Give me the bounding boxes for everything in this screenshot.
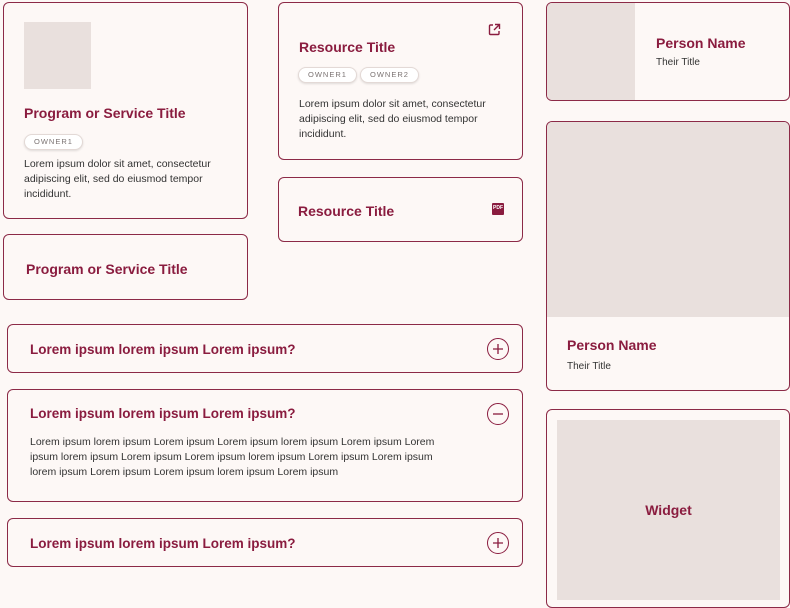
person-card-horizontal[interactable]: Person Name Their Title <box>546 2 790 101</box>
pdf-icon-text: PDF <box>493 205 503 211</box>
pdf-icon[interactable]: PDF <box>492 203 504 215</box>
accordion-item[interactable]: Lorem ipsum lorem ipsum Lorem ipsum? <box>7 518 523 567</box>
program-title[interactable]: Program or Service Title <box>24 105 186 121</box>
accordion-question[interactable]: Lorem ipsum lorem ipsum Lorem ipsum? <box>30 536 296 551</box>
program-thumbnail <box>24 22 91 89</box>
person-title: Their Title <box>656 57 700 68</box>
program-title[interactable]: Program or Service Title <box>26 261 188 277</box>
program-card[interactable]: Program or Service Title OWNER1 Lorem ip… <box>3 2 248 219</box>
person-name[interactable]: Person Name <box>567 337 656 353</box>
owner-tag[interactable]: OWNER2 <box>360 67 419 83</box>
owner-tag[interactable]: OWNER1 <box>298 67 357 83</box>
minus-circle-icon[interactable] <box>487 403 509 425</box>
accordion-item-expanded[interactable]: Lorem ipsum lorem ipsum Lorem ipsum? Lor… <box>7 389 523 502</box>
accordion-answer: Lorem ipsum lorem ipsum Lorem ipsum Lore… <box>30 436 435 478</box>
accordion-question[interactable]: Lorem ipsum lorem ipsum Lorem ipsum? <box>30 342 296 357</box>
resource-description: Lorem ipsum dolor sit amet, consectetur … <box>299 98 486 140</box>
resource-title[interactable]: Resource Title <box>299 39 395 55</box>
resource-title[interactable]: Resource Title <box>298 203 394 219</box>
resource-card[interactable]: Resource Title OWNER1 OWNER2 Lorem ipsum… <box>278 2 523 160</box>
person-title: Their Title <box>567 361 611 372</box>
plus-circle-icon[interactable] <box>487 532 509 554</box>
program-card-compact[interactable]: Program or Service Title <box>3 234 248 300</box>
person-photo <box>547 122 789 317</box>
person-name[interactable]: Person Name <box>656 35 745 51</box>
person-photo <box>547 3 635 100</box>
widget-card[interactable]: Widget <box>546 409 790 608</box>
widget-area[interactable]: Widget <box>557 420 780 600</box>
program-description: Lorem ipsum dolor sit amet, consectetur … <box>24 158 211 200</box>
accordion-item[interactable]: Lorem ipsum lorem ipsum Lorem ipsum? <box>7 324 523 373</box>
widget-label: Widget <box>645 502 692 518</box>
accordion-question[interactable]: Lorem ipsum lorem ipsum Lorem ipsum? <box>30 406 296 421</box>
resource-card-pdf[interactable]: Resource Title PDF <box>278 177 523 242</box>
plus-circle-icon[interactable] <box>487 338 509 360</box>
external-link-icon[interactable] <box>488 23 501 36</box>
person-card-vertical[interactable]: Person Name Their Title <box>546 121 790 391</box>
owner-tag[interactable]: OWNER1 <box>24 134 83 150</box>
